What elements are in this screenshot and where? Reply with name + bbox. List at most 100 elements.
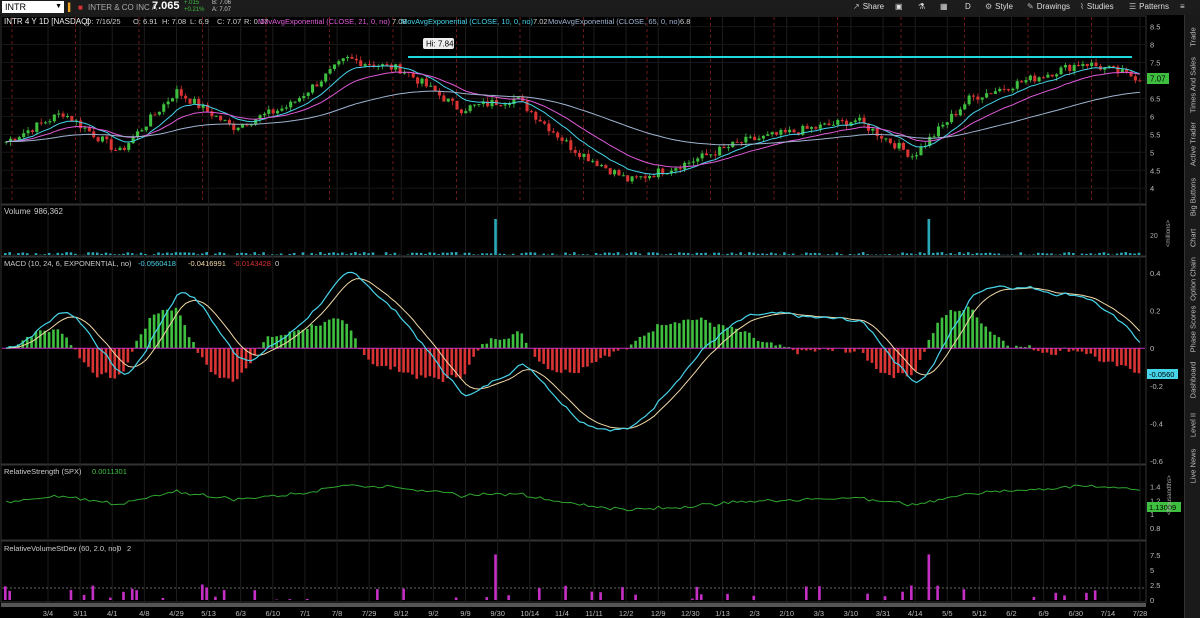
candle-body	[652, 175, 656, 178]
sidebar-tab[interactable]: Live News	[1185, 446, 1200, 486]
macd-histogram-bar	[910, 348, 913, 376]
sidebar-tab-label: Option Chain	[1188, 257, 1197, 301]
rs-value: 0.0011301	[92, 467, 127, 476]
share-button[interactable]: ↗ Share	[853, 2, 884, 11]
macd-histogram-bar	[761, 341, 764, 349]
rv-bar	[130, 588, 134, 600]
volume-bar	[345, 254, 349, 255]
volume-value: 986,362	[34, 207, 63, 216]
sidebar-tab[interactable]: Phase Scores	[1185, 304, 1200, 354]
candle-body	[332, 64, 336, 70]
sidebar-tab[interactable]: Dashboard	[1185, 356, 1200, 404]
chart-area[interactable]: Hi: 7.84 INTR 4 Y 1D [NASDAQ] D: 7/16/25…	[0, 15, 1185, 618]
macd-histogram-bar	[980, 323, 983, 349]
flag-icon[interactable]: ■	[78, 2, 83, 13]
candle-body	[341, 58, 345, 62]
alert-icon[interactable]: ▍	[68, 2, 74, 13]
macd-histogram-bar	[936, 322, 939, 349]
candle-body	[455, 100, 459, 110]
volume-bar	[581, 254, 585, 255]
sidebar-tab[interactable]: Trade	[1185, 18, 1200, 55]
chevron-down-icon[interactable]: ▼	[55, 1, 62, 13]
macd-histogram-bar	[393, 348, 397, 367]
volume-bar	[656, 252, 659, 255]
macd-histogram-bar	[559, 348, 563, 373]
patterns-label: Patterns	[1139, 2, 1169, 11]
volume-bar	[179, 252, 182, 255]
volume-bar	[945, 254, 948, 255]
volume-bar	[253, 252, 257, 255]
price-tick: 8	[1150, 41, 1154, 50]
volume-bar	[262, 252, 265, 255]
sidebar-tab[interactable]: Level II	[1185, 406, 1200, 444]
sidebar-tab[interactable]: Big Buttons	[1185, 173, 1200, 220]
volume-bar	[235, 253, 239, 255]
calculator-icon[interactable]: ▦	[940, 2, 948, 11]
horizontal-scrollbar[interactable]	[1, 603, 1146, 607]
candle-body	[1112, 66, 1116, 68]
macd-histogram-bar	[573, 348, 576, 374]
candle-body	[44, 122, 48, 124]
candle-body	[1072, 65, 1076, 71]
macd-histogram-bar	[327, 319, 331, 349]
candle-body	[626, 175, 630, 182]
volume-bar	[1071, 253, 1075, 255]
sidebar-tab[interactable]: Active Trader	[1185, 116, 1200, 171]
volume-bar	[586, 254, 589, 255]
macd-tick: -0.6	[1150, 457, 1163, 466]
flask-icon[interactable]: ⚗	[918, 2, 925, 11]
volume-bar	[165, 252, 169, 255]
date-tick: 5/12	[972, 609, 987, 618]
rv-tick: 2.5	[1150, 581, 1160, 590]
rv-bar	[910, 585, 913, 600]
macd-histogram-bar	[704, 319, 707, 349]
style-button[interactable]: ⚙ Style	[985, 2, 1013, 11]
candle-body	[284, 107, 288, 109]
candle-body	[985, 93, 989, 98]
company-name: INTER & CO INC A	[88, 3, 157, 12]
volume-bar	[804, 252, 808, 255]
macd-histogram-bar	[161, 310, 165, 349]
menu-icon[interactable]: ≡	[1180, 2, 1185, 11]
macd-histogram-bar	[1001, 340, 1005, 349]
study-label: MovAvgExponential (CLOSE, 21, 0, no)	[258, 17, 391, 26]
candle-body	[980, 97, 984, 100]
macd-histogram-bar	[349, 330, 353, 349]
candle-body	[613, 170, 617, 175]
macd-histogram-bar	[47, 332, 51, 349]
volume-bar	[489, 253, 493, 255]
macd-histogram-bar	[931, 333, 935, 349]
ohlc-item: O: 6.91	[133, 17, 158, 26]
rv-bar	[376, 589, 379, 600]
aggregation-button[interactable]: D	[965, 2, 971, 11]
sidebar-tab[interactable]: Option Chain	[1185, 256, 1200, 302]
volume-bar	[196, 254, 200, 255]
macd-histogram-bar	[599, 348, 602, 358]
candle-body	[420, 78, 424, 84]
candle-body	[346, 56, 350, 59]
volume-bar	[695, 252, 699, 255]
candle-body	[1024, 80, 1028, 83]
macd-histogram-bar	[638, 337, 642, 349]
candle-body	[770, 132, 774, 135]
drawings-button[interactable]: ✎ Drawings	[1027, 2, 1070, 11]
rv-bar	[214, 596, 217, 600]
symbol-input[interactable]: INTR ▼	[2, 1, 64, 13]
candle-body	[639, 176, 643, 178]
volume-bar	[896, 254, 900, 255]
candle-body	[1006, 89, 1011, 91]
volume-bar	[931, 252, 935, 255]
patterns-button[interactable]: ☰ Patterns	[1129, 2, 1169, 11]
volume-bar	[279, 253, 283, 255]
date-tick: 5/5	[942, 609, 952, 618]
candle-body	[144, 126, 148, 131]
macd-histogram-bar	[537, 348, 541, 362]
macd-histogram-bar	[179, 315, 182, 349]
candle-body	[599, 165, 603, 167]
candle-body	[350, 56, 354, 59]
sidebar-tab[interactable]: Chart	[1185, 222, 1200, 254]
studies-button[interactable]: ⌇ Studies	[1080, 2, 1114, 11]
snapshot-icon[interactable]: ▣	[895, 2, 903, 11]
volume-bar	[288, 253, 292, 255]
sidebar-tab[interactable]: Times And Sales	[1185, 57, 1200, 113]
